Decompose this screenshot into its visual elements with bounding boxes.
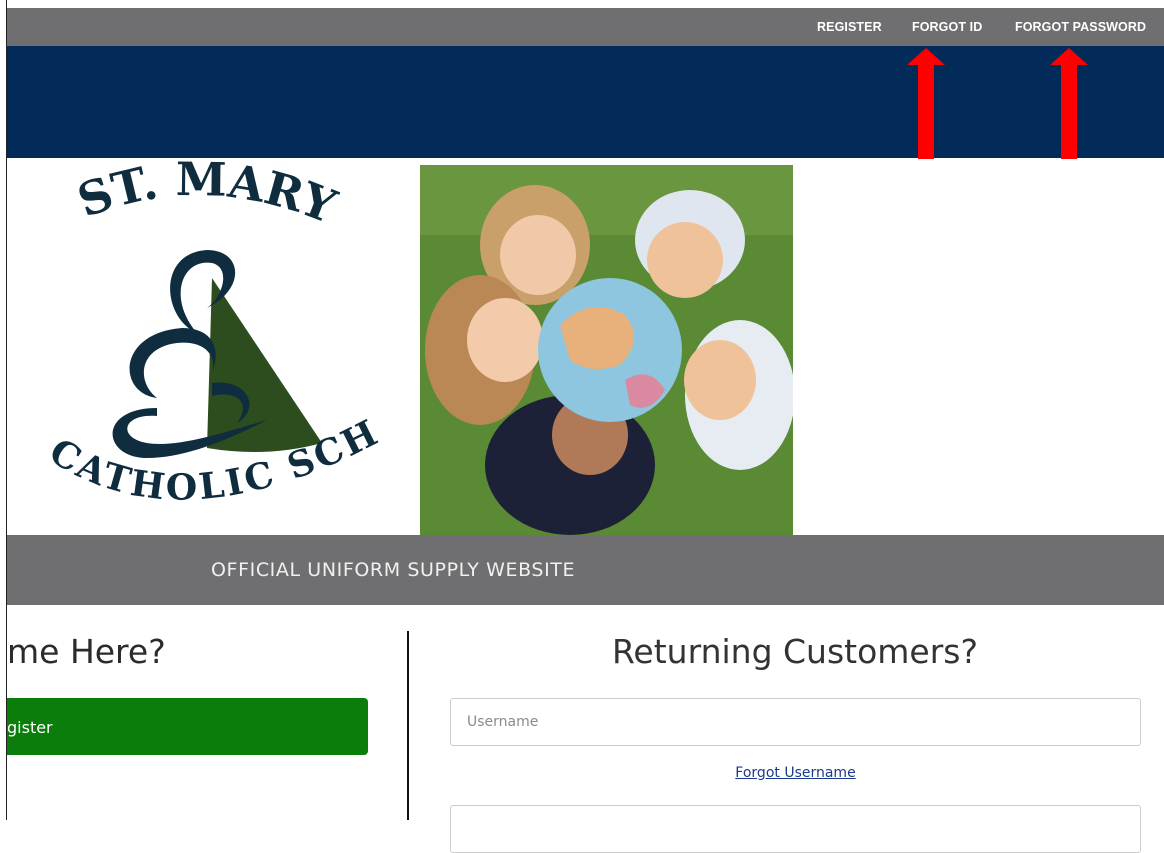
students-globe-photo — [420, 165, 793, 535]
forgot-id-link[interactable]: FORGOT ID — [912, 20, 982, 34]
username-input[interactable] — [450, 698, 1141, 746]
top-utility-bar: REGISTER FORGOT ID FORGOT PASSWORD — [7, 8, 1164, 46]
logo-title-text: ST. MARY — [71, 152, 345, 234]
returning-customers-heading: Returning Customers? — [611, 632, 979, 671]
red-arrow-annotation — [907, 48, 945, 159]
navigation-band — [7, 46, 1164, 158]
banner-text: OFFICIAL UNIFORM SUPPLY WEBSITE — [211, 559, 576, 581]
password-input[interactable] — [450, 805, 1141, 853]
school-logo: ST. MARY CATHOLIC SCHOOL — [0, 125, 419, 534]
register-link[interactable]: REGISTER — [817, 20, 882, 34]
forgot-username-link[interactable]: Forgot Username — [735, 765, 855, 781]
window-top-edge — [0, 0, 1164, 8]
red-arrow-annotation — [1050, 48, 1088, 159]
forgot-password-link[interactable]: FORGOT PASSWORD — [1015, 20, 1146, 34]
svg-text:ST. MARY: ST. MARY — [71, 158, 345, 234]
new-customers-heading: me Here? — [7, 632, 166, 671]
register-button[interactable]: gister — [7, 698, 368, 755]
window-left-edge — [0, 0, 7, 820]
st-mary-logo-graphic: ST. MARY CATHOLIC SCHOOL — [0, 125, 384, 509]
column-divider — [407, 631, 409, 820]
forgot-username-container: Forgot Username — [450, 764, 1141, 782]
site-banner: OFFICIAL UNIFORM SUPPLY WEBSITE — [7, 535, 1164, 605]
